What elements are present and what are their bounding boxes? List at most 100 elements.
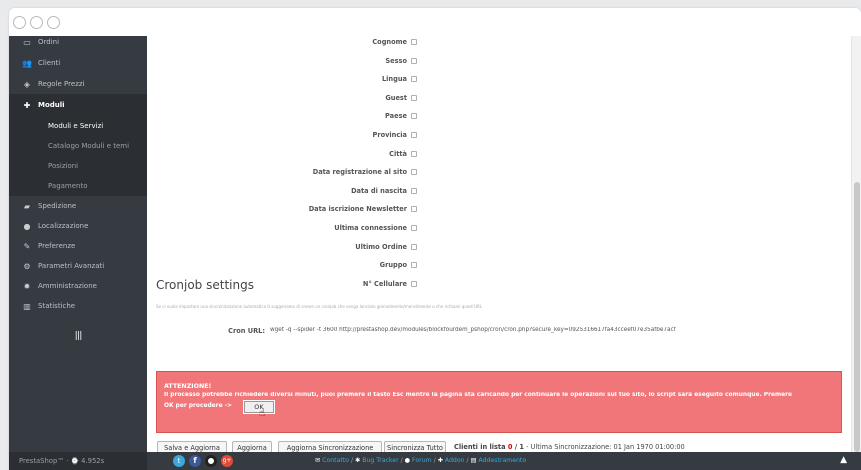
field-row: Data iscrizione Newsletter [147,200,417,218]
sidebar-subitem-label: Pagamento [48,182,88,190]
field-checkbox[interactable] [411,280,417,287]
status-total: / 1 [512,443,525,451]
comment-icon: ● [404,457,411,464]
field-label: Data registrazione al sito [312,168,407,177]
facebook-icon[interactable]: f [189,455,201,467]
sidebar-item-ordini[interactable]: ▭ Ordini [9,32,147,52]
sidebar-item-label: Clienti [38,59,61,67]
sidebar-subitem-label: Posizioni [48,162,79,170]
sidebar-item-label: Amministrazione [38,282,97,290]
field-row: Gruppo [147,256,417,274]
footer-links: ✉ Contatto / ✱ Bug Tracker / ● Forum / ✚… [315,457,527,464]
maximize-window-button[interactable] [47,16,60,29]
field-label: N° Cellulare [362,279,407,288]
twitter-icon[interactable]: t [173,455,185,467]
field-row: Paese [147,107,417,125]
wrench-icon: ✎ [23,241,31,251]
field-checkbox[interactable] [411,262,417,269]
cogs-icon: ⚙ [23,261,31,271]
field-label: Paese [385,112,407,121]
field-label: Gruppo [379,261,407,270]
footer-bar: t f g+ ✉ Contatto / ✱ Bug Tracker / ● Fo… [147,452,861,470]
truck-icon: ▰ [23,201,31,211]
sidebar-subitem-label: Moduli e Servizi [48,122,104,130]
field-checkbox[interactable] [411,57,417,64]
update-sync-button[interactable]: Aggiorna Sincronizzazione [278,441,382,452]
minimize-window-button[interactable] [30,16,43,29]
close-window-button[interactable] [13,16,26,29]
github-icon[interactable] [205,455,217,467]
cursor-hand-icon: ☝ [259,408,266,419]
sidebar-subitem-posizioni[interactable]: Posizioni [9,156,147,176]
sidebar-item-preferenze[interactable]: ✎ Preferenze [9,236,147,256]
field-checkbox[interactable] [411,225,417,231]
main-content: Cognome Sesso Lingua Guest Paese Provincia Cit… [147,36,851,452]
field-checkbox[interactable] [411,187,417,194]
puzzle-icon: ✚ [437,457,443,464]
scroll-top-icon[interactable]: ▲ [840,455,847,465]
scrollbar-thumb[interactable] [854,182,860,452]
alert-message: Il processo potrebbe richiedere diversi … [164,392,793,398]
admin-sidebar: ▭ Ordini 👥 Clienti ◈ Regole Prezzi ✚ Moduli … [9,36,147,470]
field-row: Guest [147,89,417,107]
cron-title: Cronjob settings [156,278,254,292]
field-checkbox[interactable] [411,94,417,101]
users-icon: 👥 [22,58,32,68]
gear-icon: ✹ [23,281,31,291]
tag-icon: ◈ [23,79,31,89]
bug-icon: ✱ [355,457,361,464]
field-checkbox[interactable] [411,169,417,176]
field-row: Città [147,145,417,163]
alert-message-cont: OK per procedere -> [164,403,232,409]
sidebar-item-moduli[interactable]: ✚ Moduli [9,94,147,116]
sidebar-item-amministrazione[interactable]: ✹ Amministrazione [9,276,147,296]
field-checkbox[interactable] [411,39,417,45]
sidebar-item-clienti[interactable]: 👥 Clienti [9,53,147,73]
status-suffix: - Ultima Sincronizzazione: 01 Jan 1970 0… [524,443,685,451]
sidebar-subitem-pagamento[interactable]: Pagamento [9,176,147,196]
google-plus-icon[interactable]: g+ [221,455,233,467]
training-link[interactable]: Addestramento [478,457,526,464]
forum-link[interactable]: Forum [412,457,432,464]
addon-link[interactable]: Addon [445,457,465,464]
update-button[interactable]: Aggiorna [232,441,272,452]
sidebar-item-localizzazione[interactable]: ● Localizzazione [9,216,147,236]
sidebar-collapse-icon[interactable]: ||| [9,331,147,341]
sidebar-subitem-catalogo[interactable]: Catalogo Moduli e temi [9,136,147,156]
status-prefix: Clienti in lista [454,443,508,451]
sidebar-footer: PrestaShop™ · ⌚ 4.952s [9,452,147,470]
field-row: Cognome [147,36,417,51]
sidebar-item-spedizione[interactable]: ▰ Spedizione [9,196,147,216]
field-label: Lingua [381,75,407,84]
field-checkbox[interactable] [411,150,417,157]
sidebar-item-statistiche[interactable]: ▥ Statistiche [9,296,147,316]
sidebar-item-parametri-avanzati[interactable]: ⚙ Parametri Avanzati [9,256,147,276]
field-row: Ultimo Ordine [147,238,417,256]
field-label: Guest [385,93,407,102]
sidebar-item-label: Moduli [38,101,65,109]
sidebar-item-label: Ordini [38,38,60,46]
field-label: Città [389,149,407,158]
sidebar-item-label: Preferenze [38,242,76,250]
field-row: Ultima connessione [147,219,417,237]
contact-link[interactable]: Contatto [322,457,349,464]
sidebar-item-label: Localizzazione [38,222,89,230]
sidebar-subitem-moduli-servizi[interactable]: Moduli e Servizi [9,116,147,136]
cron-url-value[interactable]: wget -q --spider -t 3600 http://prestash… [270,327,845,333]
book-icon: ▤ [470,457,477,464]
credit-card-icon: ▭ [23,37,31,47]
field-checkbox[interactable] [411,132,417,138]
field-checkbox[interactable] [411,76,417,83]
field-checkbox[interactable] [411,243,417,250]
globe-icon: ● [23,221,31,231]
field-checkbox[interactable] [411,113,417,120]
field-checkbox[interactable] [411,206,417,213]
bug-tracker-link[interactable]: Bug Tracker [362,457,398,464]
save-update-button[interactable]: Salva e Aggiorna [157,441,227,452]
field-label: Data iscrizione Newsletter [308,205,407,214]
sidebar-item-regole-prezzi[interactable]: ◈ Regole Prezzi [9,74,147,94]
field-label: Ultimo Ordine [355,242,407,251]
vertical-scrollbar[interactable] [851,36,861,452]
sync-all-button[interactable]: Sincronizza Tutto [384,441,446,452]
cron-url-label: Cron URL: [228,327,265,335]
